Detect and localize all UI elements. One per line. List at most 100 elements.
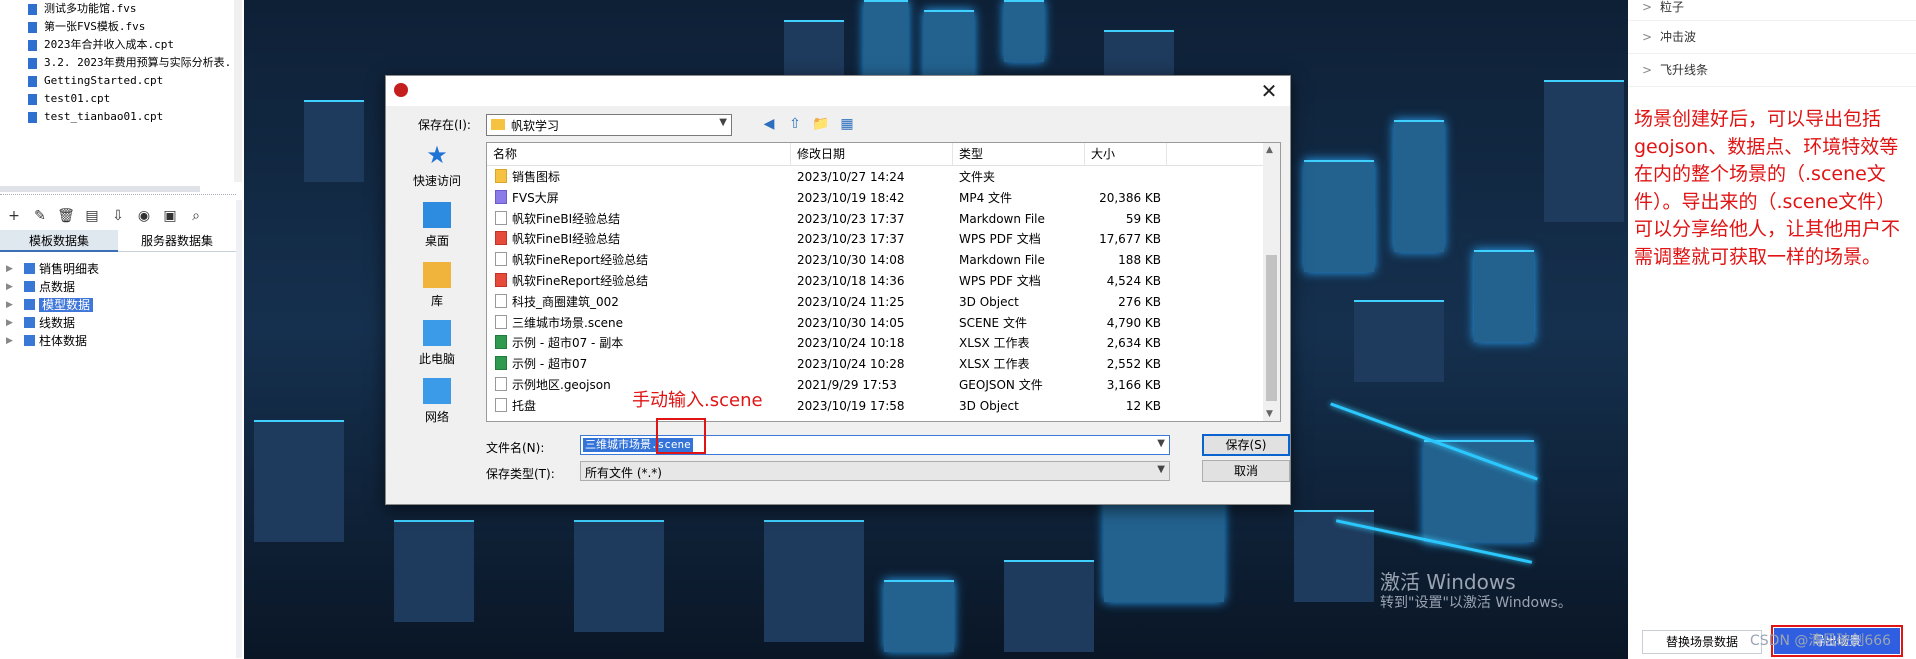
dataset-item[interactable]: ▶ 点数据	[6, 278, 99, 296]
new-folder-icon[interactable]: 📁	[812, 114, 830, 134]
file-item[interactable]: 2023年合并收入成本.cpt	[0, 36, 234, 54]
file-row[interactable]: 帆软FineReport经验总结 2023/10/18 14:36 WPS PDF …	[487, 271, 1167, 292]
file-date-cell: 2023/10/18 14:36	[797, 273, 905, 288]
file-name-cell: 帆软FineBI经验总结	[487, 229, 791, 250]
file-size-cell: 276 KB	[1118, 294, 1161, 309]
file-item[interactable]: 测试多功能馆.fvs	[0, 0, 234, 18]
file-row[interactable]: 示例地区.geojson 2021/9/29 17:53 GEOJSON 文件 3,1…	[487, 375, 1167, 396]
export-icon[interactable]: ⇩	[108, 206, 128, 226]
manual-input-annotation: 手动输入.scene	[632, 390, 763, 411]
file-row[interactable]: 帆软FineBI经验总结 2023/10/23 17:37 WPS PDF 文档 17…	[487, 229, 1167, 250]
chevron-right-icon: >	[1642, 0, 1653, 14]
place-desktop[interactable]: 桌面	[394, 202, 480, 249]
file-list-scrollbar[interactable]: ▲ ▼	[1263, 143, 1280, 421]
file-type-cell: Markdown File	[959, 211, 1045, 226]
scroll-up-icon[interactable]: ▲	[1266, 145, 1273, 155]
file-row[interactable]: 帆软FineBI经验总结 2023/10/23 17:37 Markdown Fil…	[487, 209, 1167, 230]
file-name: 2023年合并收入成本.cpt	[44, 38, 174, 51]
file-date-cell: 2023/10/19 18:42	[797, 190, 905, 205]
expand-icon[interactable]: ▶	[6, 260, 13, 278]
database-icon	[24, 263, 35, 274]
expand-icon[interactable]: ▶	[6, 278, 13, 296]
column-name[interactable]: 名称	[487, 143, 791, 165]
folder-icon	[491, 119, 505, 130]
scroll-thumb[interactable]	[1266, 255, 1277, 401]
dataset-item[interactable]: ▶ 线数据	[6, 314, 99, 332]
dataset-item[interactable]: ▶ 销售明细表	[6, 260, 99, 278]
chevron-down-icon[interactable]: ▼	[1157, 438, 1165, 449]
file-name: 第一张FVS模板.fvs	[44, 20, 146, 33]
file-row[interactable]: 三维城市场景.scene 2023/10/30 14:05 SCENE 文件 4,79…	[487, 313, 1167, 334]
file-name-cell: 帆软FineReport经验总结	[487, 271, 791, 292]
add-icon[interactable]: +	[4, 206, 24, 226]
chevron-down-icon[interactable]: ▼	[719, 117, 727, 128]
save-in-combo[interactable]: 帆软学习 ▼	[486, 114, 732, 136]
file-date-cell: 2023/10/24 10:28	[797, 357, 905, 372]
file-name-text: 帆软FineBI经验总结	[512, 211, 621, 226]
file-row[interactable]: 帆软FineReport经验总结 2023/10/30 14:08 Markdown…	[487, 250, 1167, 271]
file-list-view[interactable]: 名称 修改日期 类型 大小 销售图标 2023/10/27 14:24 文件夹 FVS…	[486, 142, 1281, 422]
file-name-text: 托盘	[512, 398, 537, 413]
file-name-text: 帆软FineReport经验总结	[512, 273, 649, 288]
file-item[interactable]: test_tianbao01.cpt	[0, 108, 234, 126]
file-list-scrollbar[interactable]	[234, 0, 242, 182]
place-this-pc[interactable]: 此电脑	[394, 320, 480, 367]
column-type[interactable]: 类型	[953, 143, 1085, 165]
table-icon	[24, 335, 35, 346]
tab-template-dataset[interactable]: 模板数据集	[0, 230, 118, 252]
tab-server-dataset[interactable]: 服务器数据集	[118, 230, 236, 252]
file-list-hscrollbar[interactable]	[0, 186, 200, 192]
up-folder-icon[interactable]: ⇧	[786, 114, 804, 134]
csdn-watermark: CSDN @清风破剑666	[1750, 633, 1892, 649]
file-date-cell: 2023/10/23 17:37	[797, 232, 905, 247]
file-row[interactable]: 示例 - 超市07 - 副本 2023/10/24 10:18 XLSX 工作表 2,…	[487, 333, 1167, 354]
chevron-down-icon[interactable]: ▼	[1157, 464, 1165, 475]
file-item[interactable]: GettingStarted.cpt	[0, 72, 234, 90]
file-row[interactable]: FVS大屏 2023/10/19 18:42 MP4 文件 20,386 KB	[487, 188, 1167, 209]
dataset-item[interactable]: ▶ 柱体数据	[6, 332, 99, 350]
dataset-scrollbar[interactable]	[236, 200, 242, 658]
file-type-cell: 3D Object	[959, 398, 1019, 413]
replace-scene-data-button[interactable]: 替换场景数据	[1642, 630, 1762, 654]
back-icon[interactable]: ◀	[760, 114, 778, 134]
file-item[interactable]: test01.cpt	[0, 90, 234, 108]
place-quick-access[interactable]: ★ 快速访问	[394, 142, 480, 189]
file-row[interactable]: 示例 - 超市07 2023/10/24 10:28 XLSX 工作表 2,552 K…	[487, 354, 1167, 375]
file-row[interactable]: 科技_商圈建筑_002 2023/10/24 11:25 3D Object 276 …	[487, 292, 1167, 313]
effect-item-particles[interactable]: > 粒子	[1628, 0, 1916, 21]
cancel-button[interactable]: 取消	[1202, 460, 1290, 482]
delete-icon[interactable]: 🗑	[56, 206, 76, 226]
building	[394, 520, 474, 622]
filetype-select[interactable]: 所有文件 (*.*) ▼	[580, 461, 1170, 481]
column-date[interactable]: 修改日期	[791, 143, 953, 165]
server-icon[interactable]: ▣	[160, 206, 180, 226]
column-size[interactable]: 大小	[1085, 143, 1167, 165]
expand-icon[interactable]: ▶	[6, 314, 13, 332]
file-type-cell: 3D Object	[959, 294, 1019, 309]
effect-item-shockwave[interactable]: > 冲击波	[1628, 21, 1916, 54]
file-name-cell: 示例 - 超市07 - 副本	[487, 333, 791, 354]
place-network[interactable]: 网络	[394, 378, 480, 425]
building	[1474, 250, 1534, 342]
file-rows: 销售图标 2023/10/27 14:24 文件夹 FVS大屏 2023/10/19 1…	[487, 167, 1167, 417]
save-button[interactable]: 保存(S)	[1202, 434, 1290, 456]
place-library[interactable]: 库	[394, 262, 480, 309]
expand-icon[interactable]: ▶	[6, 296, 13, 314]
dialog-titlebar[interactable]: ✕	[386, 76, 1290, 106]
edit-icon[interactable]: ✎	[30, 206, 50, 226]
expand-icon[interactable]: ▶	[6, 332, 13, 350]
file-row[interactable]: 销售图标 2023/10/27 14:24 文件夹	[487, 167, 1167, 188]
view-menu-icon[interactable]: ▦	[838, 114, 856, 134]
preview-icon[interactable]: ▤	[82, 206, 102, 226]
dataset-item[interactable]: ▶ 模型数据	[6, 296, 99, 314]
panel-divider[interactable]	[0, 194, 236, 198]
effect-item-flyline[interactable]: > 飞升线条	[1628, 54, 1916, 87]
file-item[interactable]: 第一张FVS模板.fvs	[0, 18, 234, 36]
places-bar: ★ 快速访问 桌面 库 此电脑 网络	[394, 142, 480, 426]
search-icon[interactable]: ⌕	[186, 206, 206, 226]
file-row[interactable]: 托盘 2023/10/19 17:58 3D Object 12 KB	[487, 396, 1167, 417]
file-item[interactable]: 3.2. 2023年费用预算与实际分析表.	[0, 54, 234, 72]
scroll-down-icon[interactable]: ▼	[1266, 409, 1273, 419]
close-icon[interactable]: ✕	[1256, 78, 1282, 104]
database-icon[interactable]: ◉	[134, 206, 154, 226]
